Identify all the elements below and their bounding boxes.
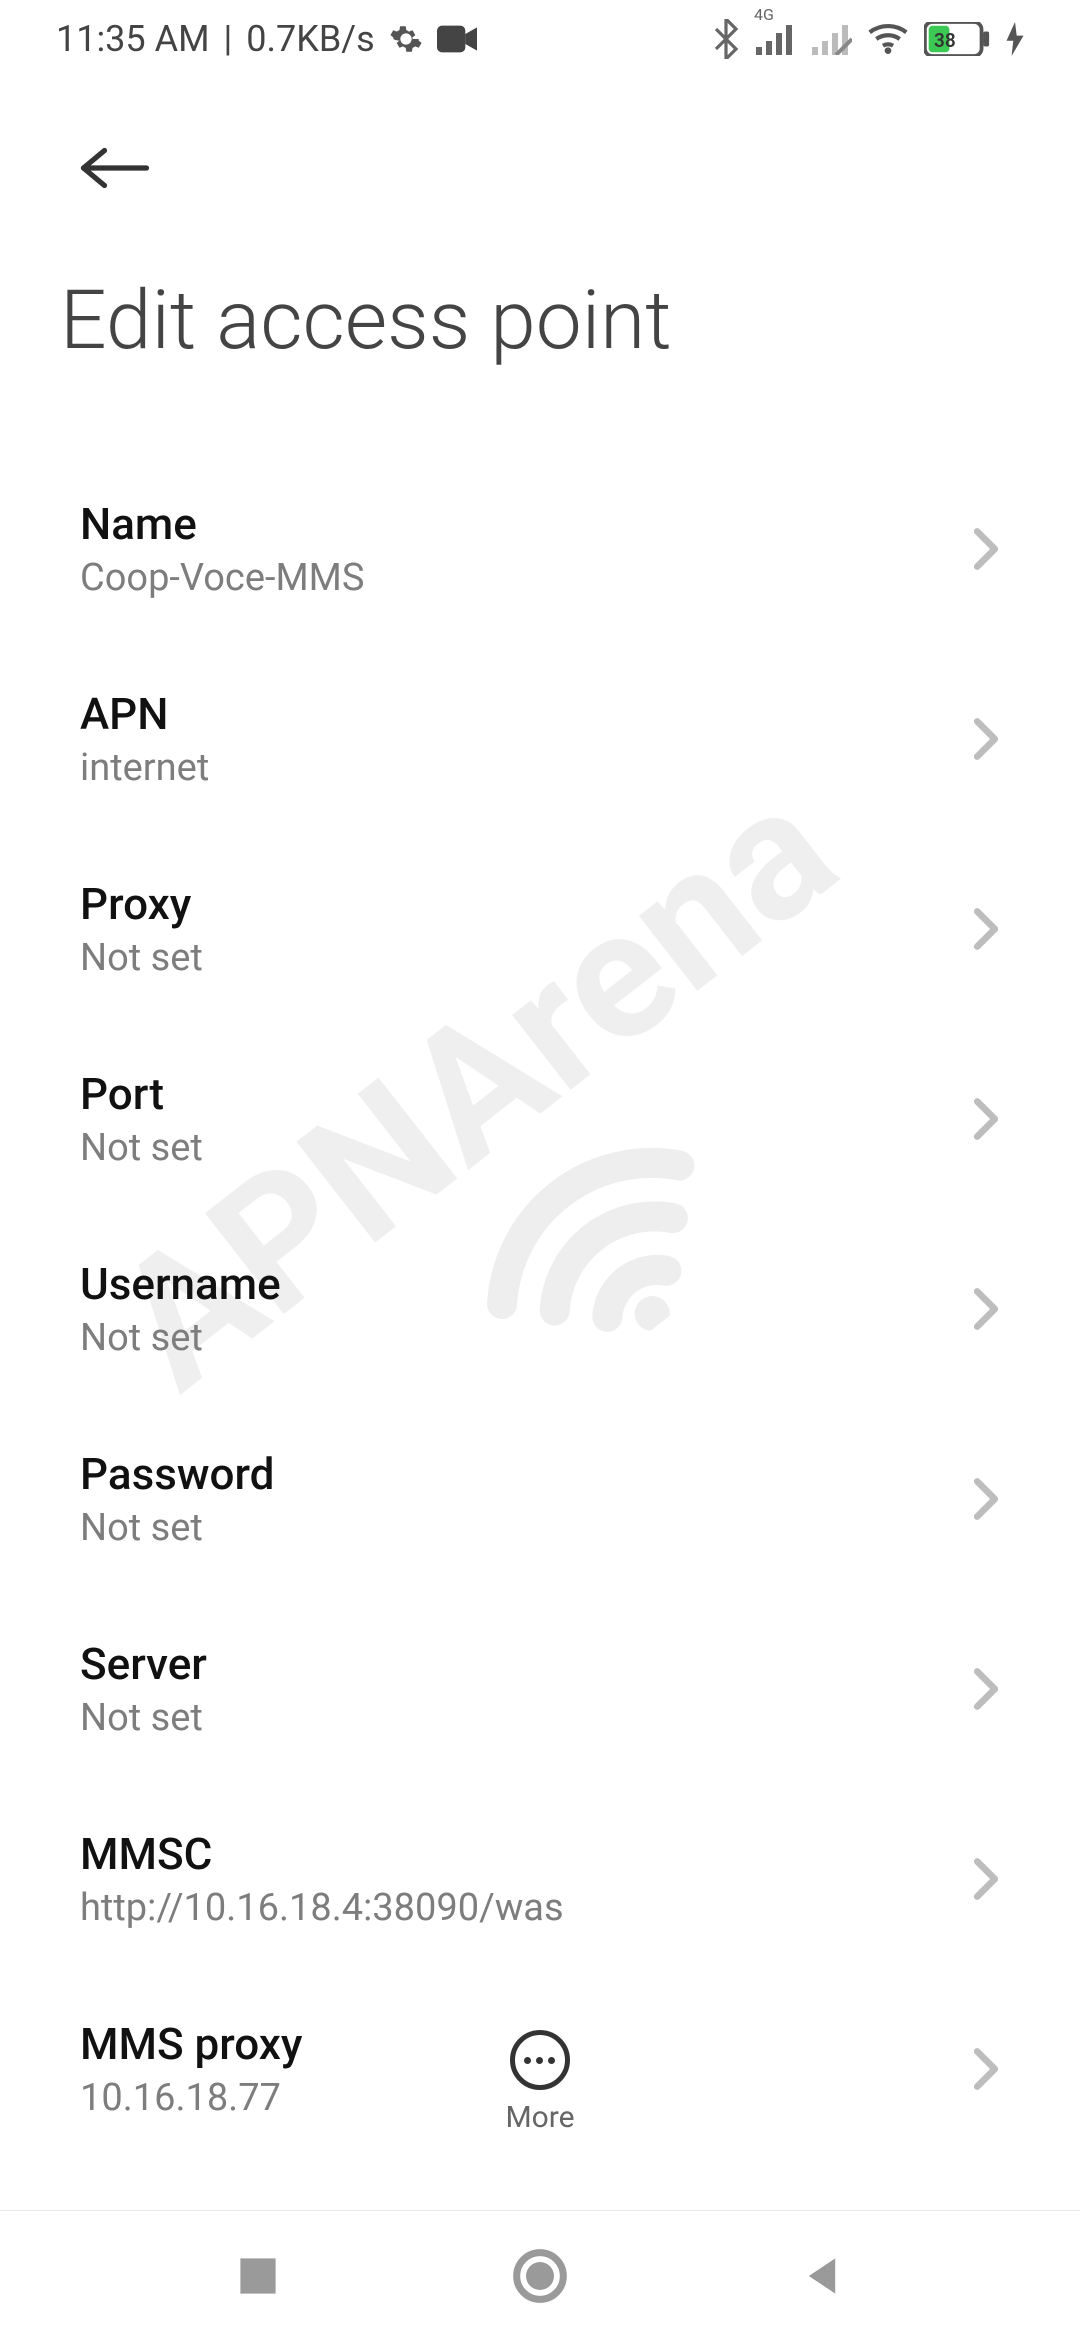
setting-label: MMS proxy — [80, 2018, 302, 2070]
setting-value: Not set — [80, 1316, 281, 1360]
setting-label: Server — [80, 1638, 207, 1690]
setting-value: internet — [80, 746, 209, 790]
chevron-right-icon — [972, 1287, 1000, 1331]
nav-back-button[interactable] — [800, 2254, 844, 2298]
settings-list: Name Coop-Voce-MMS APN internet Proxy Not set… — [0, 454, 1080, 2164]
chevron-right-icon — [972, 1667, 1000, 1711]
setting-row-password[interactable]: Password Not set — [80, 1404, 1000, 1594]
chevron-right-icon — [972, 717, 1000, 761]
arrow-left-icon — [80, 143, 150, 193]
chevron-right-icon — [972, 2047, 1000, 2091]
status-speed: 0.7KB/s — [246, 18, 374, 60]
setting-value: Not set — [80, 1696, 207, 1740]
page-title: Edit access point — [60, 273, 1020, 369]
setting-label: Port — [80, 1068, 203, 1120]
setting-row-apn[interactable]: APN internet — [80, 644, 1000, 834]
nav-recent-button[interactable] — [236, 2254, 280, 2298]
back-button[interactable] — [60, 118, 160, 218]
setting-row-proxy[interactable]: Proxy Not set — [80, 834, 1000, 1024]
status-sep: | — [224, 18, 233, 60]
setting-label: Proxy — [80, 878, 203, 930]
setting-row-mmsc[interactable]: MMSC http://10.16.18.4:38090/was — [80, 1784, 1000, 1974]
charging-icon — [1006, 22, 1024, 56]
setting-label: Name — [80, 498, 364, 550]
setting-value: Not set — [80, 936, 203, 980]
setting-label: APN — [80, 688, 209, 740]
setting-value: 10.16.18.77 — [80, 2076, 302, 2120]
setting-label: Password — [80, 1448, 274, 1500]
wifi-icon — [868, 23, 908, 55]
gear-icon — [389, 22, 423, 56]
bluetooth-icon — [712, 19, 740, 59]
chevron-right-icon — [972, 1857, 1000, 1901]
chevron-right-icon — [972, 1097, 1000, 1141]
status-bar: 11:35 AM | 0.7KB/s 4G 38 — [0, 0, 1080, 78]
setting-value: Not set — [80, 1126, 203, 1170]
setting-label: Username — [80, 1258, 281, 1310]
setting-row-port[interactable]: Port Not set — [80, 1024, 1000, 1214]
chevron-right-icon — [972, 1477, 1000, 1521]
signal-no-sim-icon — [812, 23, 852, 55]
signal-4g-icon: 4G — [756, 23, 796, 55]
setting-value: http://10.16.18.4:38090/was — [80, 1886, 564, 1930]
video-icon — [437, 25, 477, 53]
setting-label: MMSC — [80, 1828, 564, 1880]
system-nav-bar — [0, 2210, 1080, 2340]
status-time: 11:35 AM — [56, 18, 210, 60]
setting-row-mms-proxy[interactable]: MMS proxy 10.16.18.77 — [80, 1974, 1000, 2164]
chevron-right-icon — [972, 527, 1000, 571]
setting-row-username[interactable]: Username Not set — [80, 1214, 1000, 1404]
setting-row-server[interactable]: Server Not set — [80, 1594, 1000, 1784]
setting-row-name[interactable]: Name Coop-Voce-MMS — [80, 454, 1000, 644]
chevron-right-icon — [972, 907, 1000, 951]
battery-icon: 38 — [924, 22, 990, 56]
setting-value: Coop-Voce-MMS — [80, 556, 364, 600]
nav-home-button[interactable] — [512, 2248, 568, 2304]
setting-value: Not set — [80, 1506, 274, 1550]
